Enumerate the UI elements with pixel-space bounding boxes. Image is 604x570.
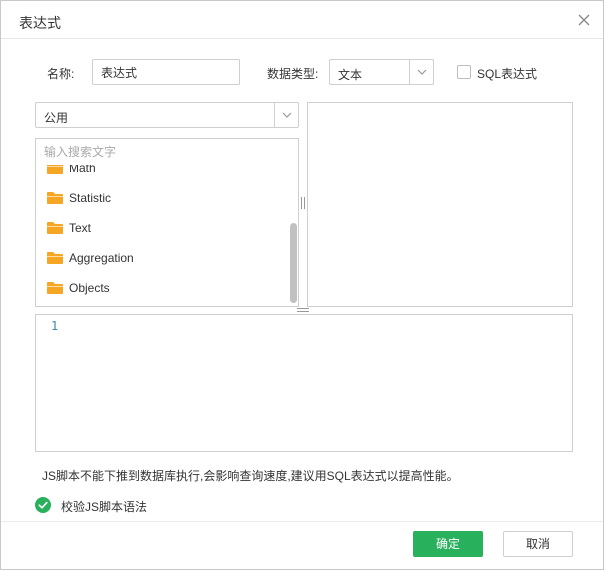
function-search-input[interactable]	[35, 138, 299, 166]
datatype-select[interactable]: 文本	[329, 59, 434, 85]
tree-scrollbar-thumb[interactable]	[290, 223, 297, 303]
sql-expression-checkbox[interactable]	[457, 65, 471, 79]
chevron-down-icon	[282, 112, 292, 118]
tree-item-aggregation[interactable]: Aggregation	[46, 248, 134, 268]
vertical-splitter-handle[interactable]	[301, 197, 305, 209]
tree-item-label: Aggregation	[69, 251, 134, 265]
dialog-title: 表达式	[19, 15, 61, 31]
ok-button[interactable]: 确定	[413, 531, 483, 557]
function-detail-panel	[307, 102, 573, 307]
performance-note: JS脚本不能下推到数据库执行,会影响查询速度,建议用SQL表达式以提高性能。	[42, 469, 459, 483]
close-icon[interactable]	[575, 11, 593, 29]
folder-icon	[47, 282, 63, 294]
check-circle-icon[interactable]	[35, 497, 51, 513]
expression-dialog: 表达式 名称: 数据类型: 文本 SQL表达式 公用	[0, 0, 604, 570]
function-tree: Math Statistic Text Aggregation Objects	[35, 165, 299, 307]
sql-expression-label[interactable]: SQL表达式	[477, 65, 537, 82]
category-dropdown-toggle[interactable]	[274, 103, 298, 127]
cancel-button[interactable]: 取消	[503, 531, 573, 557]
footer-divider	[1, 521, 603, 522]
script-editor[interactable]	[35, 314, 573, 452]
function-category-select[interactable]: 公用	[35, 102, 299, 128]
tree-item-label: Math	[69, 165, 96, 175]
validate-js-syntax-label[interactable]: 校验JS脚本语法	[61, 498, 147, 515]
datatype-label: 数据类型:	[267, 67, 319, 81]
tree-item-objects[interactable]: Objects	[46, 278, 110, 298]
dialog-titlebar: 表达式	[1, 1, 603, 39]
folder-icon	[47, 222, 63, 234]
tree-item-label: Objects	[69, 281, 110, 295]
folder-icon	[47, 165, 63, 174]
horizontal-splitter-handle[interactable]	[297, 308, 309, 312]
tree-item-math[interactable]: Math	[46, 165, 96, 178]
line-number: 1	[51, 319, 59, 333]
name-label: 名称:	[47, 67, 75, 81]
tree-item-statistic[interactable]: Statistic	[46, 188, 111, 208]
name-input[interactable]	[92, 59, 240, 85]
tree-item-label: Text	[69, 221, 92, 235]
function-category-value: 公用	[44, 111, 69, 125]
folder-icon	[47, 252, 63, 264]
folder-icon	[47, 192, 63, 204]
close-button[interactable]	[575, 11, 593, 29]
datatype-value: 文本	[338, 68, 363, 82]
chevron-down-icon	[417, 69, 427, 75]
datatype-dropdown-toggle[interactable]	[409, 60, 433, 84]
tree-item-label: Statistic	[69, 191, 112, 205]
tree-item-text[interactable]: Text	[46, 218, 91, 238]
